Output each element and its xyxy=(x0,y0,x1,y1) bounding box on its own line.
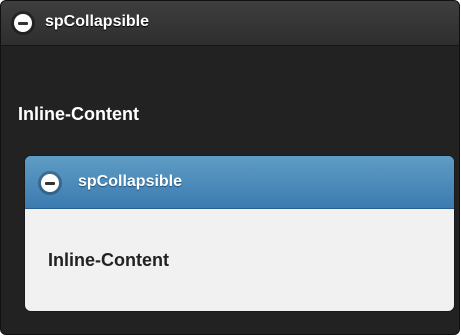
minus-circle-icon xyxy=(14,14,32,32)
inner-collapsible-content: Inline-Content xyxy=(48,250,169,270)
inner-collapsible-title: spCollapsible xyxy=(78,173,183,190)
outer-collapsible-header[interactable]: spCollapsible xyxy=(1,1,459,46)
inner-collapsible: spCollapsible Inline-Content xyxy=(24,155,455,312)
outer-collapsible-title: spCollapsible xyxy=(45,13,150,30)
outer-collapsible: spCollapsible Inline-Content spCollapsib… xyxy=(0,0,460,335)
outer-collapsible-content: Inline-Content xyxy=(18,104,139,124)
inner-collapsible-header[interactable]: spCollapsible xyxy=(25,156,454,209)
minus-circle-icon xyxy=(41,174,59,192)
